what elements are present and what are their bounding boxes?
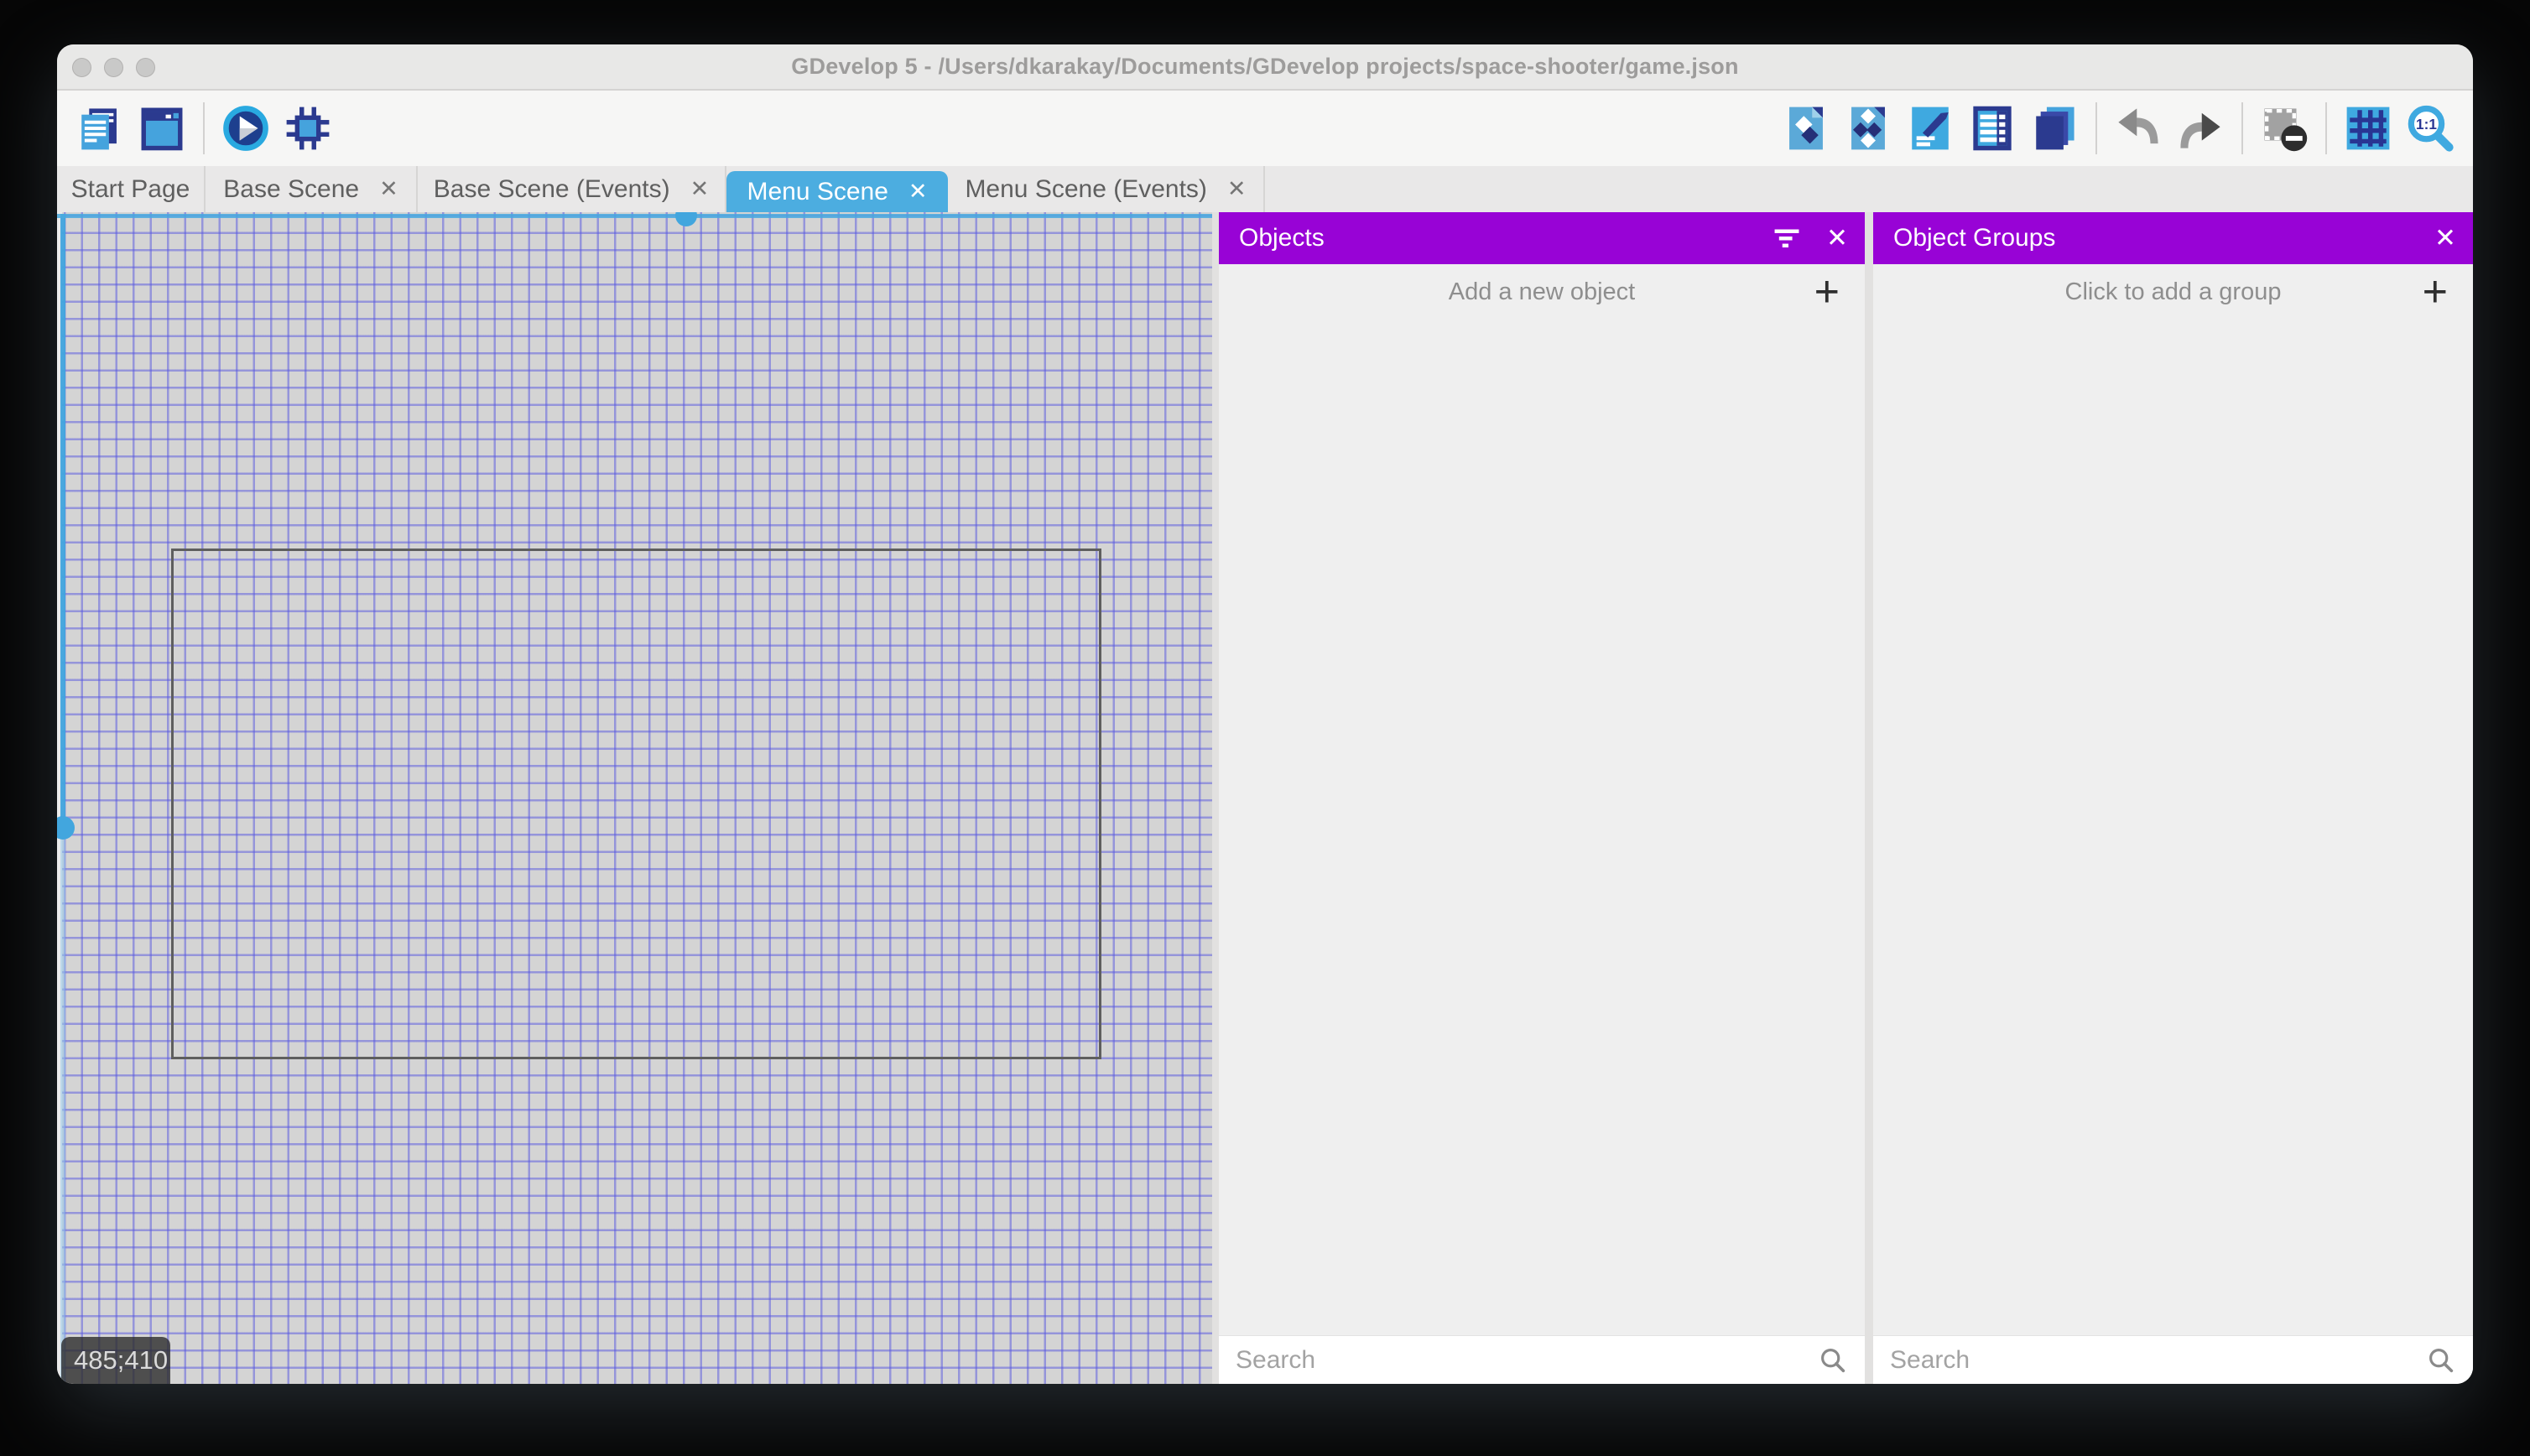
objects-editor-icon[interactable] xyxy=(1782,104,1830,153)
objects-panel: Objects ✕ Add a new object + xyxy=(1219,212,1865,1384)
tab-label: Base Scene (Events) xyxy=(433,174,670,203)
tab-menu-scene[interactable]: Menu Scene ✕ xyxy=(726,171,948,212)
tab-base-scene-events[interactable]: Base Scene (Events) ✕ xyxy=(418,166,726,212)
search-icon[interactable] xyxy=(1818,1345,1848,1375)
main-toolbar: 1:1 xyxy=(57,91,2473,166)
window-mask-toggle-icon[interactable] xyxy=(2260,104,2309,153)
scene-editor-icon[interactable] xyxy=(138,104,186,153)
toolbar-separator xyxy=(203,102,205,154)
object-groups-panel-close-icon[interactable]: ✕ xyxy=(2434,223,2456,253)
selection-left-edge xyxy=(60,214,65,1384)
app-window: GDevelop 5 - /Users/dkarakay/Documents/G… xyxy=(57,44,2473,1384)
scene-canvas[interactable]: 485;410 xyxy=(57,212,1212,1384)
tab-base-scene[interactable]: Base Scene ✕ xyxy=(206,166,418,212)
selection-handle-left[interactable] xyxy=(57,816,75,840)
tab-label: Menu Scene xyxy=(747,177,888,205)
object-groups-panel: Object Groups ✕ Click to add a group + xyxy=(1873,212,2473,1384)
tab-label: Base Scene xyxy=(223,174,360,203)
maximize-window-button[interactable] xyxy=(136,58,155,77)
add-group-button[interactable]: Click to add a group + xyxy=(1873,264,2473,320)
objects-list-empty-area xyxy=(1219,320,1865,1335)
add-group-label: Click to add a group xyxy=(2064,278,2282,305)
instances-list-icon[interactable] xyxy=(1968,104,2017,153)
project-manager-icon[interactable] xyxy=(75,104,124,153)
minimize-window-button[interactable] xyxy=(104,58,123,77)
editor-content: 485;410 Objects ✕ Add a new object + Sea… xyxy=(57,212,2473,1384)
object-groups-panel-title: Object Groups xyxy=(1893,224,2056,252)
add-object-button[interactable]: Add a new object + xyxy=(1219,264,1865,320)
tab-close-icon[interactable]: ✕ xyxy=(690,178,710,200)
grid-toggle-icon[interactable] xyxy=(2344,104,2392,153)
selection-top-edge xyxy=(57,214,1212,218)
undo-icon[interactable] xyxy=(2114,104,2163,153)
groups-search-bar xyxy=(1873,1335,2473,1384)
plus-icon: + xyxy=(1814,268,1840,316)
tab-close-icon[interactable]: ✕ xyxy=(379,178,398,200)
traffic-lights xyxy=(72,44,155,91)
redo-icon[interactable] xyxy=(2176,104,2225,153)
groups-search-input[interactable] xyxy=(1890,1345,2426,1375)
plus-icon: + xyxy=(2422,268,2448,316)
groups-list-empty-area xyxy=(1873,320,2473,1335)
title-bar: GDevelop 5 - /Users/dkarakay/Documents/G… xyxy=(57,44,2473,91)
panel-gap xyxy=(1865,212,1873,1384)
objects-panel-title: Objects xyxy=(1239,224,1325,252)
layers-editor-icon[interactable] xyxy=(2030,104,2079,153)
editor-tab-bar: Start Page Base Scene ✕ Base Scene (Even… xyxy=(57,166,2473,212)
selection-handle-top[interactable] xyxy=(675,212,697,226)
search-icon[interactable] xyxy=(2426,1345,2456,1375)
object-groups-editor-icon[interactable] xyxy=(1844,104,1892,153)
panel-resize-gutter[interactable] xyxy=(1212,212,1219,1384)
objects-panel-close-icon[interactable]: ✕ xyxy=(1826,223,1848,253)
tab-close-icon[interactable]: ✕ xyxy=(1227,178,1247,200)
cursor-coordinates-badge: 485;410 xyxy=(61,1337,170,1384)
objects-search-input[interactable] xyxy=(1236,1345,1818,1375)
window-title: GDevelop 5 - /Users/dkarakay/Documents/G… xyxy=(791,54,1739,79)
tab-close-icon[interactable]: ✕ xyxy=(908,180,928,203)
add-object-label: Add a new object xyxy=(1448,278,1636,305)
debug-icon[interactable] xyxy=(284,104,332,153)
filter-icon[interactable] xyxy=(1769,221,1804,256)
zoom-ratio-label: 1:1 xyxy=(2416,116,2437,133)
zoom-one-to-one-icon[interactable]: 1:1 xyxy=(2406,104,2455,153)
object-groups-panel-header: Object Groups ✕ xyxy=(1873,212,2473,264)
toolbar-separator xyxy=(2241,102,2243,154)
toolbar-right-group: 1:1 xyxy=(1775,102,2461,154)
tab-bar-filler xyxy=(1265,166,2473,212)
game-window-border xyxy=(171,549,1101,1059)
toolbar-separator xyxy=(2325,102,2327,154)
properties-icon[interactable] xyxy=(1906,104,1955,153)
objects-panel-header: Objects ✕ xyxy=(1219,212,1865,264)
tab-label: Start Page xyxy=(70,174,190,203)
tab-label: Menu Scene (Events) xyxy=(965,174,1207,203)
toolbar-separator xyxy=(2095,102,2097,154)
objects-search-bar xyxy=(1219,1335,1865,1384)
close-window-button[interactable] xyxy=(72,58,91,77)
tab-start-page[interactable]: Start Page xyxy=(57,166,206,212)
preview-play-icon[interactable] xyxy=(221,104,270,153)
tab-menu-scene-events[interactable]: Menu Scene (Events) ✕ xyxy=(948,166,1265,212)
